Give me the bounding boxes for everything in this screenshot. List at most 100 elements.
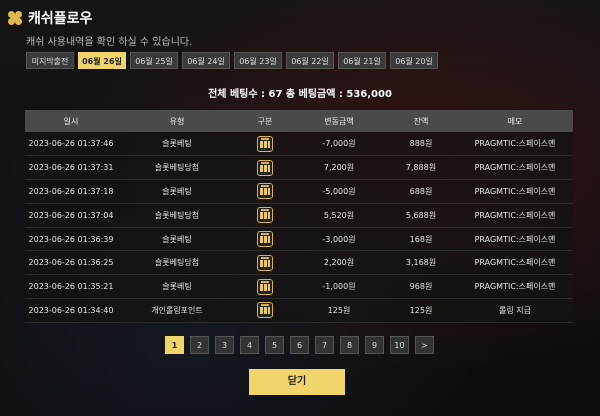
clover-icon: [8, 11, 22, 25]
row-category: [237, 180, 293, 204]
row-amount: 125원: [327, 305, 351, 315]
next-page-button[interactable]: >: [415, 336, 434, 354]
column-header: 구분: [257, 116, 273, 126]
slot-icon: [257, 278, 273, 295]
table-row: 2023-06-26 01:37:46 슬롯베팅 -7,000원 888원 PRAGMT…: [25, 132, 573, 156]
row-category: [237, 132, 293, 156]
page-button[interactable]: 1: [165, 336, 184, 354]
row-category: [237, 275, 293, 299]
row-amount: 5,520원: [323, 210, 355, 220]
row-date: 2023-06-26 01:34:40: [28, 305, 114, 315]
column-header: 메모: [507, 116, 523, 126]
close-button[interactable]: 닫기: [249, 369, 345, 395]
column-header: 유형: [169, 116, 185, 126]
tab-date[interactable]: 06월 20일: [390, 52, 438, 69]
row-memo: PRAGMTIC:스페이스맨: [474, 234, 556, 244]
table-row: 2023-06-26 01:37:31 슬롯베팅당첨 7,200원 7,888원 PRA…: [25, 155, 573, 180]
table-row: 2023-06-26 01:37:18 슬롯베팅 -5,000원 688원 PRAGMT…: [25, 179, 573, 204]
row-balance: 125원: [409, 305, 433, 315]
row-type: 슬롯베팅: [162, 234, 192, 244]
row-balance: 968원: [409, 282, 433, 292]
row-amount: -3,000원: [322, 234, 356, 244]
row-date: 2023-06-26 01:35:21: [28, 282, 114, 292]
tab-date[interactable]: 06월 21일: [338, 52, 386, 69]
row-date: 2023-06-26 01:36:39: [28, 234, 114, 244]
row-memo: PRAGMTIC:스페이스맨: [474, 163, 556, 173]
row-amount: -1,000원: [322, 282, 356, 292]
row-balance: 7,888원: [405, 163, 437, 173]
slot-icon: [257, 159, 273, 176]
row-type: 개인롤링포인트: [151, 305, 203, 315]
row-date: 2023-06-26 01:37:46: [28, 139, 114, 149]
page-button[interactable]: 2: [190, 336, 209, 354]
table-header-row: 일시 유형 구분 변동금액 잔액 메모: [25, 110, 573, 132]
page-button[interactable]: 8: [340, 336, 359, 354]
cashflow-modal: 캐쉬플로우 캐쉬 사용내역을 확인 하실 수 있습니다. 미지막출전 06월 26…: [0, 0, 600, 416]
tab-date[interactable]: 06월 26일: [78, 52, 126, 69]
page-button[interactable]: 9: [365, 336, 384, 354]
row-category: [237, 203, 293, 227]
row-amount: -7,000원: [322, 139, 356, 149]
tab-date[interactable]: 06월 22일: [286, 52, 334, 69]
row-date: 2023-06-26 01:36:25: [28, 258, 114, 268]
row-amount: 7,200원: [323, 163, 355, 173]
row-type: 슬롯베팅당첨: [154, 210, 200, 220]
title-row: 캐쉬플로우: [8, 8, 92, 28]
slot-icon: [257, 254, 273, 271]
slot-icon: [257, 302, 273, 319]
slot-icon: [257, 183, 273, 200]
row-date: 2023-06-26 01:37:04: [28, 210, 114, 220]
page-subtitle: 캐쉬 사용내역을 확인 하실 수 있습니다.: [26, 37, 193, 48]
slot-icon: [257, 231, 273, 248]
row-memo: PRAGMTIC:스페이스맨: [474, 258, 556, 268]
tab-last-attendance[interactable]: 미지막출전: [26, 52, 74, 69]
slot-icon: [257, 135, 273, 152]
column-header: 잔액: [413, 116, 429, 126]
row-balance: 888원: [409, 139, 433, 149]
row-memo: 롤링 지급: [499, 305, 531, 315]
column-header: 변동금액: [324, 116, 354, 126]
row-memo: PRAGMTIC:스페이스맨: [474, 139, 556, 149]
row-memo: PRAGMTIC:스페이스맨: [474, 186, 556, 196]
row-balance: 3,168원: [405, 258, 437, 268]
column-header: 일시: [63, 116, 79, 126]
row-amount: -5,000원: [322, 186, 356, 196]
table-row: 2023-06-26 01:36:25 슬롯베팅당첨 2,200원 3,168원 PRA…: [25, 250, 573, 275]
page-button[interactable]: 7: [315, 336, 334, 354]
tab-date[interactable]: 06월 23일: [234, 52, 282, 69]
page-title: 캐쉬플로우: [28, 11, 93, 27]
tab-date[interactable]: 06월 25일: [130, 52, 178, 69]
row-type: 슬롯베팅: [162, 186, 192, 196]
row-balance: 5,688원: [405, 210, 437, 220]
page-button[interactable]: 6: [290, 336, 309, 354]
page-button[interactable]: 5: [265, 336, 284, 354]
row-category: [237, 156, 293, 180]
date-tabs: 미지막출전 06월 26일 06월 25일 06월 24일 06월 23일 06월 22일…: [26, 52, 438, 69]
row-category: [237, 299, 293, 323]
cash-log-table: 일시 유형 구분 변동금액 잔액 메모 2023-06-26 01:37:46 슬롯베팅 -7…: [25, 110, 573, 323]
page-button[interactable]: 4: [240, 336, 259, 354]
row-balance: 688원: [409, 186, 433, 196]
row-type: 슬롯베팅당첨: [154, 163, 200, 173]
tab-date[interactable]: 06월 24일: [182, 52, 230, 69]
table-row: 2023-06-26 01:36:39 슬롯베팅 -3,000원 168원 PRAGMT…: [25, 227, 573, 251]
row-amount: 2,200원: [323, 258, 355, 268]
row-category: [237, 251, 293, 275]
row-memo: PRAGMTIC:스페이스맨: [474, 210, 556, 220]
slot-icon: [257, 207, 273, 224]
row-type: 슬롯베팅당첨: [154, 258, 200, 268]
row-type: 슬롯베팅: [162, 139, 192, 149]
row-date: 2023-06-26 01:37:18: [28, 186, 114, 196]
row-balance: 168원: [409, 234, 433, 244]
bet-summary: 전체 베팅수 : 67 총 베팅금액 : 536,000: [208, 89, 392, 100]
page-button[interactable]: 3: [215, 336, 234, 354]
table-row: 2023-06-26 01:35:21 슬롯베팅 -1,000원 968원 PRAGMT…: [25, 274, 573, 299]
page-button[interactable]: 10: [390, 336, 409, 354]
row-type: 슬롯베팅: [162, 282, 192, 292]
pagination: 1 2 3 4 5 6 7 8 9 10 >: [165, 336, 434, 354]
table-row: 2023-06-26 01:34:40 개인롤링포인트 125원 125원 롤링 지급: [25, 298, 573, 323]
row-memo: PRAGMTIC:스페이스맨: [474, 282, 556, 292]
table-row: 2023-06-26 01:37:04 슬롯베팅당첨 5,520원 5,688원 PRA…: [25, 203, 573, 228]
row-date: 2023-06-26 01:37:31: [28, 163, 114, 173]
row-category: [237, 227, 293, 251]
